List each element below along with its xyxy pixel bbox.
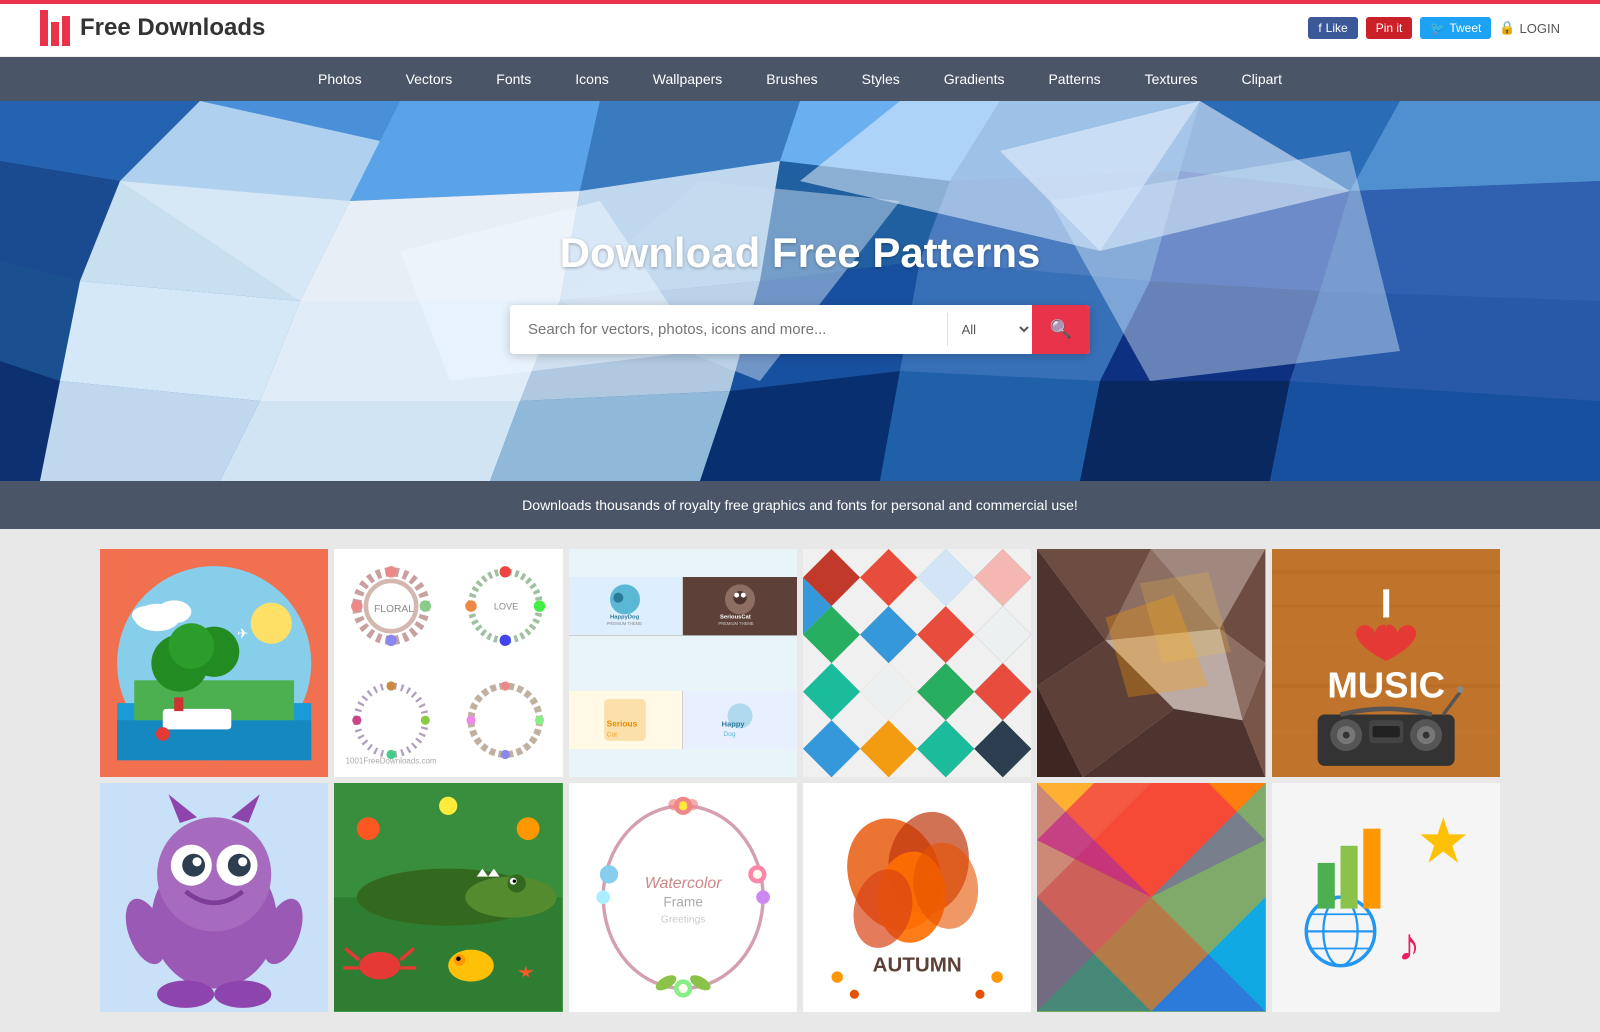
pinterest-pin-button[interactable]: Pin it	[1366, 17, 1413, 39]
svg-text:♪: ♪	[1397, 919, 1420, 970]
main-nav: Photos Vectors Fonts Icons Wallpapers Br…	[0, 57, 1600, 101]
gallery-item-web-icons[interactable]: ♪	[1272, 783, 1500, 1011]
logo-bar-2	[51, 22, 59, 46]
svg-text:Greetings: Greetings	[661, 915, 706, 926]
nav-clipart[interactable]: Clipart	[1220, 57, 1304, 101]
svg-text:Dog: Dog	[723, 731, 736, 738]
nav-wallpapers[interactable]: Wallpapers	[631, 57, 745, 101]
gallery-item-animals[interactable]	[334, 783, 562, 1011]
svg-text:Serious: Serious	[607, 719, 638, 729]
nav-vectors[interactable]: Vectors	[384, 57, 475, 101]
gallery-item-lowpoly[interactable]	[1037, 549, 1265, 777]
tagline-text: Downloads thousands of royalty free grap…	[522, 497, 1078, 513]
nav-brushes[interactable]: Brushes	[744, 57, 839, 101]
search-icon: 🔍	[1050, 319, 1072, 339]
nav-textures[interactable]: Textures	[1123, 57, 1220, 101]
gallery-item-frame[interactable]: Watercolor Frame Greetings	[569, 783, 797, 1011]
svg-text:Happy: Happy	[722, 720, 746, 729]
top-bar	[0, 0, 1600, 4]
lock-icon: 🔒	[1499, 20, 1515, 36]
login-label: LOGIN	[1520, 21, 1560, 36]
svg-text:MUSIC: MUSIC	[1327, 664, 1445, 705]
svg-text:Watercolor: Watercolor	[644, 875, 722, 892]
hero-title: Download Free Patterns	[510, 229, 1090, 277]
nav-patterns[interactable]: Patterns	[1026, 57, 1122, 101]
svg-text:I: I	[1380, 580, 1391, 626]
login-button[interactable]: 🔒 LOGIN	[1499, 20, 1560, 36]
gallery-item-geometric[interactable]	[1037, 783, 1265, 1011]
nav-photos[interactable]: Photos	[296, 57, 384, 101]
fb-label: Like	[1326, 21, 1348, 35]
hero-content: Download Free Patterns All Photos Vector…	[510, 229, 1090, 354]
nav-styles[interactable]: Styles	[840, 57, 922, 101]
svg-text:SeriousCat: SeriousCat	[720, 614, 751, 620]
search-input[interactable]	[510, 307, 947, 352]
gallery-item-diamond[interactable]	[803, 549, 1031, 777]
svg-text:✈: ✈	[237, 626, 248, 641]
svg-text:AUTUMN: AUTUMN	[873, 954, 962, 977]
gallery-section: ✈ FLORAL	[0, 529, 1600, 1032]
nav-icons[interactable]: Icons	[553, 57, 630, 101]
pin-label: Pin it	[1376, 21, 1403, 35]
logo-bar-1	[40, 10, 48, 46]
search-bar: All Photos Vectors Fonts Icons 🔍	[510, 305, 1090, 354]
gallery-item-beach[interactable]: ✈	[100, 549, 328, 777]
svg-text:FLORAL: FLORAL	[374, 604, 414, 615]
svg-text:LOVE: LOVE	[494, 602, 518, 612]
gallery-item-floral[interactable]: FLORAL LOVE	[334, 549, 562, 777]
logo-bar-3	[62, 16, 70, 46]
facebook-like-button[interactable]: f Like	[1308, 17, 1357, 39]
svg-text:PREMIUM THEME: PREMIUM THEME	[718, 621, 753, 626]
twitter-tweet-button[interactable]: 🐦 Tweet	[1420, 17, 1491, 39]
facebook-icon: f	[1318, 21, 1321, 35]
gallery-item-music[interactable]: I MUSIC	[1272, 549, 1500, 777]
svg-text:1001FreeDownloads.com: 1001FreeDownloads.com	[346, 757, 437, 766]
logo-text: Free Downloads	[80, 14, 265, 42]
search-category-dropdown[interactable]: All Photos Vectors Fonts Icons	[947, 313, 1032, 346]
logo-icon	[40, 10, 70, 46]
twitter-icon: 🐦	[1430, 21, 1445, 35]
header-actions: f Like Pin it 🐦 Tweet 🔒 LOGIN	[1308, 17, 1560, 39]
nav-gradients[interactable]: Gradients	[922, 57, 1027, 101]
gallery-grid: ✈ FLORAL	[100, 549, 1500, 1012]
tweet-label: Tweet	[1449, 21, 1481, 35]
header: Free Downloads f Like Pin it 🐦 Tweet 🔒 L…	[0, 0, 1600, 57]
svg-text:HappyDog: HappyDog	[610, 614, 640, 620]
svg-text:Frame: Frame	[663, 895, 703, 910]
svg-text:Cat: Cat	[607, 732, 618, 739]
hero-section: Download Free Patterns All Photos Vector…	[0, 101, 1600, 481]
svg-text:PREMIUM THEME: PREMIUM THEME	[607, 621, 642, 626]
logo[interactable]: Free Downloads	[40, 10, 265, 46]
gallery-item-autumn[interactable]: AUTUMN	[803, 783, 1031, 1011]
gallery-item-logo-pack[interactable]: HappyDog PREMIUM THEME SeriousCat PREMIU…	[569, 549, 797, 777]
gallery-item-monster[interactable]	[100, 783, 328, 1011]
search-button[interactable]: 🔍	[1032, 305, 1090, 354]
tagline-bar: Downloads thousands of royalty free grap…	[0, 481, 1600, 529]
nav-fonts[interactable]: Fonts	[474, 57, 553, 101]
